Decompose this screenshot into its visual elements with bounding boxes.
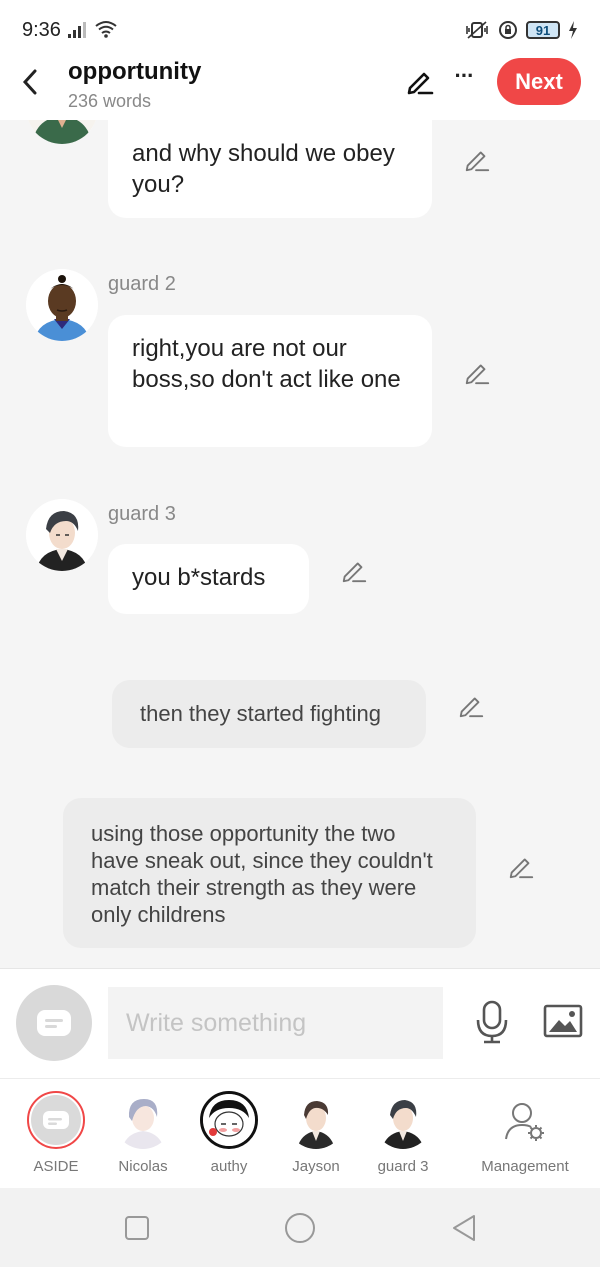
speaker-name: guard 2 <box>108 273 176 295</box>
avatar[interactable] <box>26 499 98 571</box>
edit-title-button[interactable] <box>404 65 436 97</box>
character-nicolas[interactable]: Nicolas <box>99 1091 189 1181</box>
back-button[interactable] <box>14 62 46 102</box>
guard-2-avatar-image <box>26 269 98 341</box>
message-bubble[interactable]: right,you are not our boss,so don't act … <box>108 315 432 447</box>
edit-message-button[interactable] <box>462 144 492 174</box>
microphone-icon <box>476 1000 508 1044</box>
aside-toggle-button[interactable] <box>16 985 92 1061</box>
vibrate-icon <box>466 21 488 39</box>
system-nav-bar <box>0 1188 600 1267</box>
edit-message-button[interactable] <box>462 357 492 387</box>
aside-icon <box>31 1095 81 1145</box>
avatar <box>114 1091 172 1149</box>
header: opportunity 236 words ··· Next <box>0 58 600 120</box>
aside-bubble[interactable]: then they started fighting <box>112 680 426 748</box>
message-input[interactable] <box>108 987 443 1059</box>
back-arrow-icon <box>22 69 37 95</box>
chat-area[interactable]: and why should we obey you? guard 2 righ… <box>0 120 600 968</box>
status-time: 9:36 <box>22 19 61 41</box>
pencil-icon <box>509 858 534 879</box>
character-label: guard 3 <box>377 1158 429 1175</box>
aside-avatar <box>27 1091 85 1149</box>
next-button[interactable]: Next <box>497 58 581 105</box>
recents-button[interactable] <box>121 1212 153 1244</box>
character-label: authy <box>210 1158 248 1175</box>
battery-indicator: 91 <box>526 21 560 39</box>
composer <box>0 968 600 1078</box>
pencil-icon <box>459 697 484 718</box>
character-avatar-image <box>28 120 96 144</box>
avatar <box>200 1091 258 1149</box>
character-label: Management <box>481 1158 569 1175</box>
voice-input-button[interactable] <box>472 999 512 1045</box>
insert-image-button[interactable] <box>541 1001 585 1041</box>
message-bubble[interactable]: and why should we obey you? <box>108 120 432 218</box>
home-button[interactable] <box>284 1212 316 1244</box>
character-label: Jayson <box>292 1158 340 1175</box>
rotation-lock-icon <box>499 21 517 39</box>
authy-avatar-image <box>203 1094 255 1146</box>
back-nav-button[interactable] <box>448 1212 480 1244</box>
word-count: 236 words <box>68 91 152 111</box>
aside-text: using those opportunity the two have sne… <box>91 821 433 927</box>
triangle-back-icon <box>453 1215 475 1241</box>
aside-text: then they started fighting <box>140 701 381 726</box>
square-icon <box>125 1216 149 1240</box>
wifi-icon <box>95 21 117 38</box>
character-label: ASIDE <box>33 1158 79 1175</box>
status-bar: 9:36 91 <box>0 0 600 58</box>
pencil-icon <box>407 72 434 95</box>
charging-icon <box>569 21 577 39</box>
guard-3-avatar-image <box>374 1091 432 1149</box>
character-selector: ASIDE Nicolas authy Jayson guard 3 Manag… <box>0 1078 600 1188</box>
message-text: right,you are not our boss,so don't act … <box>132 335 401 393</box>
avatar <box>287 1091 345 1149</box>
status-left-icons <box>68 20 118 38</box>
character-authy[interactable]: authy <box>185 1091 275 1181</box>
speaker-name: guard 3 <box>108 503 176 525</box>
edit-message-button[interactable] <box>339 555 369 585</box>
character-guard-3[interactable]: guard 3 <box>359 1091 449 1181</box>
aside-icon <box>37 1010 71 1036</box>
nicolas-avatar-image <box>114 1091 172 1149</box>
more-options-button[interactable]: ··· <box>450 62 478 94</box>
management-icon <box>502 1099 548 1145</box>
avatar[interactable] <box>26 269 98 341</box>
story-title: opportunity <box>68 58 202 85</box>
jayson-avatar-image <box>287 1091 345 1149</box>
character-aside[interactable]: ASIDE <box>12 1091 102 1181</box>
pencil-icon <box>465 151 490 172</box>
image-icon <box>543 1004 583 1038</box>
user-settings-icon <box>505 1103 544 1141</box>
signal-icon <box>68 22 86 38</box>
pencil-icon <box>342 562 367 583</box>
message-bubble[interactable]: you b*stards <box>108 544 309 614</box>
message-text: you b*stards <box>132 564 266 591</box>
avatar[interactable] <box>26 120 98 144</box>
character-jayson[interactable]: Jayson <box>272 1091 362 1181</box>
status-right-icons: 91 <box>464 20 578 40</box>
pencil-icon <box>465 364 490 385</box>
management-button[interactable]: Management <box>478 1091 572 1181</box>
aside-bubble[interactable]: using those opportunity the two have sne… <box>63 798 476 948</box>
guard-3-avatar-image <box>26 499 98 571</box>
edit-message-button[interactable] <box>506 851 536 881</box>
edit-message-button[interactable] <box>456 690 486 720</box>
avatar <box>374 1091 432 1149</box>
character-label: Nicolas <box>118 1158 168 1175</box>
circle-icon <box>285 1213 315 1243</box>
message-text: and why should we obey you? <box>132 140 395 198</box>
